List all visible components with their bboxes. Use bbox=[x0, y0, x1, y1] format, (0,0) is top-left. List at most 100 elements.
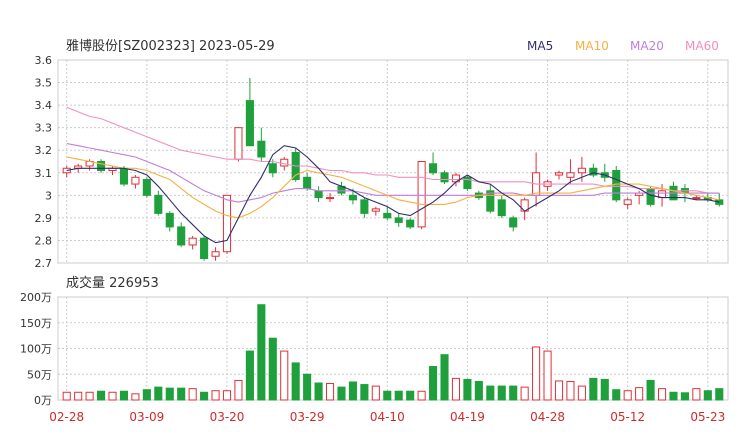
volume-bar-down bbox=[360, 384, 369, 401]
price-tick-label: 2.8 bbox=[35, 234, 53, 247]
volume-tick-label: 50万 bbox=[27, 368, 52, 381]
volume-bar-up bbox=[222, 390, 232, 401]
volume-bar-up bbox=[451, 377, 461, 401]
ma60-line bbox=[66, 106, 720, 194]
candle-down bbox=[245, 100, 254, 147]
volume-bars bbox=[62, 304, 724, 401]
date-tick-label: 05-23 bbox=[690, 410, 725, 424]
volume-bar-down bbox=[314, 382, 323, 401]
volume-bar-up bbox=[623, 390, 632, 401]
volume-bar-down bbox=[383, 390, 392, 401]
legend-ma60: MA60 bbox=[685, 39, 719, 53]
date-tick-label: 02-28 bbox=[49, 410, 84, 424]
volume-bar-down bbox=[303, 373, 312, 401]
volume-bar-up bbox=[532, 346, 541, 401]
volume-bar-down bbox=[474, 380, 483, 401]
candle-down bbox=[119, 167, 129, 185]
candle-down bbox=[646, 188, 655, 205]
volume-bar-down bbox=[348, 381, 357, 401]
candle-down bbox=[440, 172, 449, 183]
volume-bar-up bbox=[543, 350, 552, 401]
candle-down bbox=[429, 163, 438, 174]
price-tick-label: 3.5 bbox=[35, 77, 53, 90]
volume-tick-label: 0万 bbox=[34, 394, 52, 407]
candle-down bbox=[394, 217, 403, 223]
volume-bar-down bbox=[165, 387, 174, 401]
volume-bar-up bbox=[554, 380, 564, 401]
volume-bar-up bbox=[692, 388, 701, 401]
date-tick-label: 03-20 bbox=[210, 410, 245, 424]
candle-down bbox=[314, 190, 323, 199]
volume-bar-up bbox=[371, 385, 380, 401]
candle-up bbox=[692, 197, 701, 200]
candle-down bbox=[360, 199, 369, 214]
candle-up bbox=[554, 172, 564, 176]
candle-down bbox=[200, 237, 209, 259]
moving-average-lines bbox=[66, 106, 720, 244]
candle-down bbox=[497, 199, 506, 217]
volume-bar-down bbox=[200, 391, 209, 401]
volume-bar-down bbox=[154, 386, 163, 401]
candle-down bbox=[348, 194, 357, 201]
volume-bar-down bbox=[177, 387, 186, 401]
volume-title: 成交量 226953 bbox=[66, 275, 159, 291]
price-tick-label: 2.9 bbox=[35, 212, 53, 225]
candle-down bbox=[257, 140, 266, 158]
candle-down bbox=[406, 219, 415, 228]
volume-bar-down bbox=[337, 386, 346, 401]
volume-bar-up bbox=[108, 391, 117, 401]
candle-up bbox=[222, 194, 232, 253]
volume-bar-down bbox=[497, 385, 506, 401]
volume-bar-down bbox=[394, 390, 403, 401]
volume-bar-down bbox=[486, 385, 495, 401]
volume-bar-down bbox=[680, 392, 689, 401]
candle-up bbox=[577, 167, 586, 174]
volume-bar-down bbox=[509, 385, 518, 401]
volume-bar-down bbox=[440, 354, 449, 401]
date-tick-label: 03-09 bbox=[129, 410, 164, 424]
volume-bar-down bbox=[589, 377, 598, 401]
volume-bar-down bbox=[669, 391, 678, 401]
grid bbox=[57, 59, 729, 401]
stock-chart: 3.6 3.5 3.4 3.3 3.2 3.1 3 2.9 2.8 2.7 200万 150万 100万… bbox=[20, 39, 729, 424]
volume-bar-down bbox=[463, 378, 472, 401]
date-tick-label: 05-12 bbox=[610, 410, 645, 424]
volume-bar-up bbox=[234, 379, 243, 401]
volume-bar-down bbox=[119, 390, 129, 401]
volume-bar-up bbox=[85, 391, 94, 401]
date-tick-label: 04-10 bbox=[370, 410, 405, 424]
candle-up bbox=[234, 127, 243, 160]
ma5-line bbox=[66, 145, 720, 244]
volume-bar-up bbox=[62, 391, 71, 401]
price-tick-label: 3.3 bbox=[35, 122, 53, 135]
candle-down bbox=[303, 176, 312, 190]
price-tick-label: 3 bbox=[45, 189, 52, 202]
ma10-line bbox=[66, 156, 720, 219]
price-tick-label: 3.2 bbox=[35, 144, 53, 157]
candle-down bbox=[142, 179, 151, 196]
volume-bar-down bbox=[257, 304, 266, 401]
candle-up bbox=[325, 197, 335, 200]
volume-bar-down bbox=[291, 362, 300, 401]
legend-ma10: MA10 bbox=[575, 39, 609, 53]
volume-bar-down bbox=[612, 389, 621, 401]
chart-title: 雅博股份[SZ002323] 2023-05-29 bbox=[66, 39, 275, 54]
volume-bar-up bbox=[211, 390, 220, 401]
price-tick-label: 3.6 bbox=[35, 54, 53, 67]
volume-bar-up bbox=[635, 387, 644, 401]
volume-tick-label: 150万 bbox=[20, 317, 52, 330]
volume-bar-up bbox=[417, 390, 426, 401]
date-tick-label: 04-19 bbox=[450, 410, 485, 424]
volume-bar-down bbox=[142, 389, 151, 401]
legend: MA5 MA10 MA20 MA60 bbox=[527, 39, 719, 53]
volume-bar-down bbox=[97, 390, 106, 401]
candle-up bbox=[188, 237, 197, 246]
candle-down bbox=[154, 194, 163, 214]
volume-tick-label: 200万 bbox=[20, 291, 52, 304]
price-tick-label: 2.7 bbox=[35, 257, 53, 270]
candle-up bbox=[280, 158, 289, 167]
candle-down bbox=[268, 163, 277, 174]
candle-down bbox=[165, 212, 174, 228]
candle-down bbox=[509, 217, 518, 228]
price-tick-label: 3.1 bbox=[35, 167, 53, 180]
